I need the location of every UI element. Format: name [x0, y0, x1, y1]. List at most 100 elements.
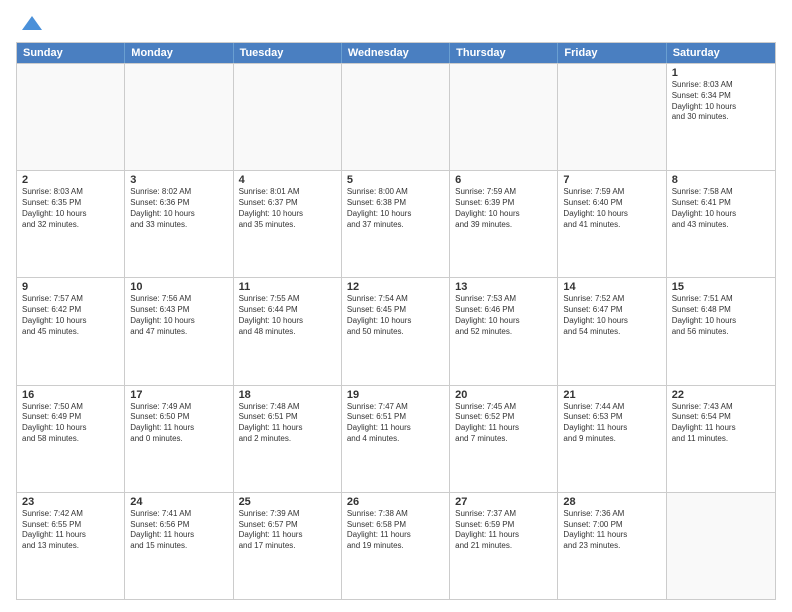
- weekday-header: Friday: [558, 43, 666, 63]
- day-info: Sunrise: 7:45 AM Sunset: 6:52 PM Dayligh…: [455, 402, 552, 445]
- day-number: 18: [239, 389, 336, 401]
- day-number: 24: [130, 496, 227, 508]
- day-number: 8: [672, 174, 770, 186]
- calendar-cell: 22Sunrise: 7:43 AM Sunset: 6:54 PM Dayli…: [667, 386, 775, 492]
- day-number: 12: [347, 281, 444, 293]
- day-info: Sunrise: 7:50 AM Sunset: 6:49 PM Dayligh…: [22, 402, 119, 445]
- day-info: Sunrise: 8:02 AM Sunset: 6:36 PM Dayligh…: [130, 187, 227, 230]
- calendar-cell: 15Sunrise: 7:51 AM Sunset: 6:48 PM Dayli…: [667, 278, 775, 384]
- day-number: 19: [347, 389, 444, 401]
- day-info: Sunrise: 7:57 AM Sunset: 6:42 PM Dayligh…: [22, 294, 119, 337]
- day-number: 28: [563, 496, 660, 508]
- day-info: Sunrise: 7:59 AM Sunset: 6:39 PM Dayligh…: [455, 187, 552, 230]
- day-number: 4: [239, 174, 336, 186]
- weekday-header: Sunday: [17, 43, 125, 63]
- calendar-cell: [450, 64, 558, 170]
- calendar-cell: 17Sunrise: 7:49 AM Sunset: 6:50 PM Dayli…: [125, 386, 233, 492]
- calendar-cell: 18Sunrise: 7:48 AM Sunset: 6:51 PM Dayli…: [234, 386, 342, 492]
- day-info: Sunrise: 7:54 AM Sunset: 6:45 PM Dayligh…: [347, 294, 444, 337]
- day-number: 16: [22, 389, 119, 401]
- page: SundayMondayTuesdayWednesdayThursdayFrid…: [0, 0, 792, 612]
- weekday-header: Wednesday: [342, 43, 450, 63]
- calendar-cell: 3Sunrise: 8:02 AM Sunset: 6:36 PM Daylig…: [125, 171, 233, 277]
- day-info: Sunrise: 7:49 AM Sunset: 6:50 PM Dayligh…: [130, 402, 227, 445]
- day-number: 15: [672, 281, 770, 293]
- calendar-cell: [667, 493, 775, 599]
- calendar-cell: 21Sunrise: 7:44 AM Sunset: 6:53 PM Dayli…: [558, 386, 666, 492]
- calendar-row: 23Sunrise: 7:42 AM Sunset: 6:55 PM Dayli…: [17, 492, 775, 599]
- day-number: 27: [455, 496, 552, 508]
- calendar-cell: 11Sunrise: 7:55 AM Sunset: 6:44 PM Dayli…: [234, 278, 342, 384]
- calendar-body: 1Sunrise: 8:03 AM Sunset: 6:34 PM Daylig…: [17, 63, 775, 599]
- calendar-row: 16Sunrise: 7:50 AM Sunset: 6:49 PM Dayli…: [17, 385, 775, 492]
- day-number: 20: [455, 389, 552, 401]
- day-number: 13: [455, 281, 552, 293]
- day-number: 22: [672, 389, 770, 401]
- calendar-cell: [17, 64, 125, 170]
- calendar-cell: [558, 64, 666, 170]
- calendar-row: 9Sunrise: 7:57 AM Sunset: 6:42 PM Daylig…: [17, 277, 775, 384]
- day-number: 25: [239, 496, 336, 508]
- day-info: Sunrise: 7:51 AM Sunset: 6:48 PM Dayligh…: [672, 294, 770, 337]
- calendar-cell: 19Sunrise: 7:47 AM Sunset: 6:51 PM Dayli…: [342, 386, 450, 492]
- day-info: Sunrise: 7:53 AM Sunset: 6:46 PM Dayligh…: [455, 294, 552, 337]
- day-info: Sunrise: 7:44 AM Sunset: 6:53 PM Dayligh…: [563, 402, 660, 445]
- day-number: 21: [563, 389, 660, 401]
- day-info: Sunrise: 7:48 AM Sunset: 6:51 PM Dayligh…: [239, 402, 336, 445]
- day-number: 3: [130, 174, 227, 186]
- day-number: 23: [22, 496, 119, 508]
- weekday-header: Saturday: [667, 43, 775, 63]
- day-info: Sunrise: 7:52 AM Sunset: 6:47 PM Dayligh…: [563, 294, 660, 337]
- calendar-cell: [342, 64, 450, 170]
- calendar-cell: 20Sunrise: 7:45 AM Sunset: 6:52 PM Dayli…: [450, 386, 558, 492]
- day-info: Sunrise: 7:47 AM Sunset: 6:51 PM Dayligh…: [347, 402, 444, 445]
- day-info: Sunrise: 7:38 AM Sunset: 6:58 PM Dayligh…: [347, 509, 444, 552]
- calendar-cell: 6Sunrise: 7:59 AM Sunset: 6:39 PM Daylig…: [450, 171, 558, 277]
- calendar-row: 1Sunrise: 8:03 AM Sunset: 6:34 PM Daylig…: [17, 63, 775, 170]
- day-info: Sunrise: 7:59 AM Sunset: 6:40 PM Dayligh…: [563, 187, 660, 230]
- calendar-cell: 23Sunrise: 7:42 AM Sunset: 6:55 PM Dayli…: [17, 493, 125, 599]
- day-info: Sunrise: 7:37 AM Sunset: 6:59 PM Dayligh…: [455, 509, 552, 552]
- day-number: 10: [130, 281, 227, 293]
- calendar-cell: 26Sunrise: 7:38 AM Sunset: 6:58 PM Dayli…: [342, 493, 450, 599]
- calendar-cell: 27Sunrise: 7:37 AM Sunset: 6:59 PM Dayli…: [450, 493, 558, 599]
- day-number: 14: [563, 281, 660, 293]
- day-number: 1: [672, 67, 770, 79]
- weekday-header: Tuesday: [234, 43, 342, 63]
- day-number: 7: [563, 174, 660, 186]
- calendar-cell: 24Sunrise: 7:41 AM Sunset: 6:56 PM Dayli…: [125, 493, 233, 599]
- day-info: Sunrise: 7:43 AM Sunset: 6:54 PM Dayligh…: [672, 402, 770, 445]
- calendar-cell: 25Sunrise: 7:39 AM Sunset: 6:57 PM Dayli…: [234, 493, 342, 599]
- calendar-cell: 7Sunrise: 7:59 AM Sunset: 6:40 PM Daylig…: [558, 171, 666, 277]
- day-info: Sunrise: 7:42 AM Sunset: 6:55 PM Dayligh…: [22, 509, 119, 552]
- day-info: Sunrise: 8:03 AM Sunset: 6:35 PM Dayligh…: [22, 187, 119, 230]
- calendar-cell: 2Sunrise: 8:03 AM Sunset: 6:35 PM Daylig…: [17, 171, 125, 277]
- calendar-cell: 12Sunrise: 7:54 AM Sunset: 6:45 PM Dayli…: [342, 278, 450, 384]
- day-info: Sunrise: 7:41 AM Sunset: 6:56 PM Dayligh…: [130, 509, 227, 552]
- logo: [16, 12, 46, 34]
- calendar-cell: 14Sunrise: 7:52 AM Sunset: 6:47 PM Dayli…: [558, 278, 666, 384]
- calendar-cell: 13Sunrise: 7:53 AM Sunset: 6:46 PM Dayli…: [450, 278, 558, 384]
- calendar-cell: 1Sunrise: 8:03 AM Sunset: 6:34 PM Daylig…: [667, 64, 775, 170]
- day-info: Sunrise: 8:00 AM Sunset: 6:38 PM Dayligh…: [347, 187, 444, 230]
- day-number: 5: [347, 174, 444, 186]
- header: [16, 12, 776, 34]
- logo-icon: [18, 12, 46, 34]
- calendar-cell: [125, 64, 233, 170]
- day-info: Sunrise: 7:36 AM Sunset: 7:00 PM Dayligh…: [563, 509, 660, 552]
- calendar-cell: 5Sunrise: 8:00 AM Sunset: 6:38 PM Daylig…: [342, 171, 450, 277]
- calendar-cell: 9Sunrise: 7:57 AM Sunset: 6:42 PM Daylig…: [17, 278, 125, 384]
- day-number: 9: [22, 281, 119, 293]
- day-info: Sunrise: 8:01 AM Sunset: 6:37 PM Dayligh…: [239, 187, 336, 230]
- day-number: 6: [455, 174, 552, 186]
- weekday-header: Thursday: [450, 43, 558, 63]
- calendar-cell: 8Sunrise: 7:58 AM Sunset: 6:41 PM Daylig…: [667, 171, 775, 277]
- day-info: Sunrise: 7:39 AM Sunset: 6:57 PM Dayligh…: [239, 509, 336, 552]
- day-number: 2: [22, 174, 119, 186]
- day-info: Sunrise: 7:56 AM Sunset: 6:43 PM Dayligh…: [130, 294, 227, 337]
- calendar-cell: 10Sunrise: 7:56 AM Sunset: 6:43 PM Dayli…: [125, 278, 233, 384]
- weekday-header: Monday: [125, 43, 233, 63]
- day-number: 17: [130, 389, 227, 401]
- day-number: 11: [239, 281, 336, 293]
- calendar-cell: [234, 64, 342, 170]
